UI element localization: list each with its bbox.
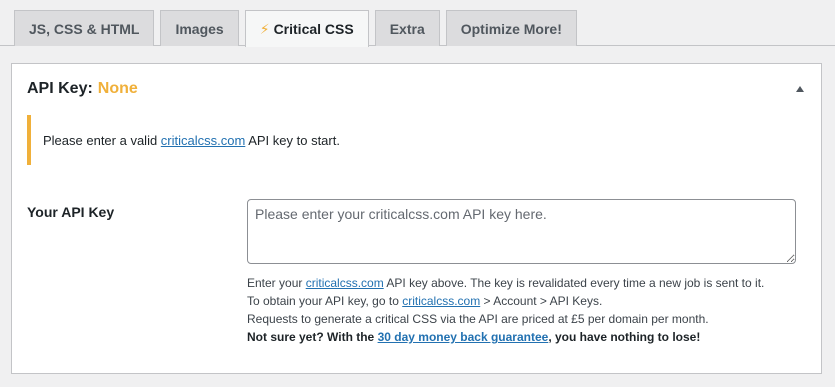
- notice-text: Please enter a valid criticalcss.com API…: [43, 132, 340, 148]
- criticalcss-link[interactable]: criticalcss.com: [161, 133, 246, 148]
- panel-header[interactable]: API Key: None: [27, 78, 806, 100]
- collapse-arrow-icon[interactable]: [796, 86, 804, 92]
- description-line: Enter your criticalcss.com API key above…: [247, 276, 765, 290]
- description-line: Requests to generate a critical CSS via …: [247, 312, 709, 326]
- api-key-label: Your API Key: [27, 204, 115, 220]
- money-back-guarantee-link[interactable]: 30 day money back guarantee: [378, 330, 549, 344]
- panel-title-prefix: API Key:: [27, 80, 93, 97]
- tab-label: Extra: [389, 20, 425, 37]
- lightning-icon: ⚡: [259, 20, 270, 37]
- description-line: To obtain your API key, go to criticalcs…: [247, 294, 603, 308]
- warning-notice: Please enter a valid criticalcss.com API…: [27, 115, 792, 165]
- api-key-input[interactable]: [247, 199, 796, 264]
- api-key-status: None: [97, 80, 138, 97]
- tab-label: Images: [175, 20, 224, 37]
- criticalcss-link[interactable]: criticalcss.com: [306, 276, 384, 290]
- panel-title: API Key: None: [27, 80, 138, 98]
- tab-js-css-html[interactable]: JS, CSS & HTML: [14, 10, 155, 46]
- criticalcss-link[interactable]: criticalcss.com: [402, 294, 480, 308]
- tab-optimize-more[interactable]: Optimize More!: [445, 10, 577, 46]
- api-key-panel: API Key: None Please enter a valid critic…: [11, 63, 822, 374]
- description-guarantee-line: Not sure yet? With the 30 day money back…: [247, 330, 701, 344]
- tab-critical-css[interactable]: ⚡ Critical CSS: [244, 10, 369, 47]
- tab-bar: JS, CSS & HTML Images ⚡ Critical CSS Ext…: [14, 10, 577, 47]
- tab-label: Critical CSS: [273, 21, 354, 37]
- api-key-description: Enter your criticalcss.com API key above…: [247, 274, 812, 346]
- tab-images[interactable]: Images: [160, 10, 239, 46]
- tab-extra[interactable]: Extra: [374, 10, 440, 46]
- tab-label: Optimize More!: [460, 20, 562, 37]
- tab-label: JS, CSS & HTML: [29, 20, 140, 37]
